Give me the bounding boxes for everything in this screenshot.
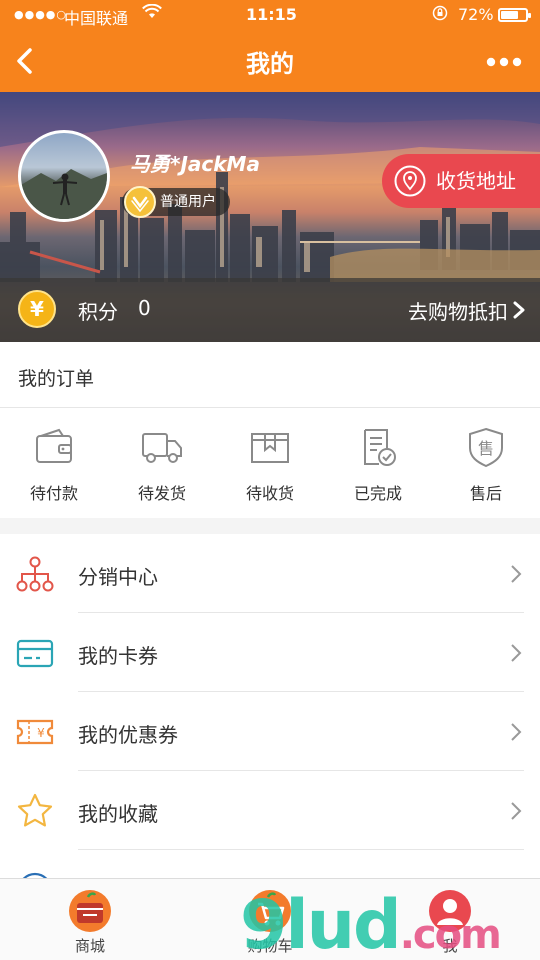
menu-item-my-cards[interactable]: 我的卡券 (0, 613, 540, 692)
chevron-right-icon[interactable] (512, 300, 526, 320)
shipping-address-label: 收货地址 (436, 169, 516, 193)
tab-label: 商城 (74, 937, 105, 955)
coupon-icon: ¥ (16, 719, 54, 745)
card-icon (16, 639, 54, 668)
menu-item-my-coupons[interactable]: ¥ 我的优惠券 (0, 692, 540, 771)
shipping-address-button[interactable]: 收货地址 (382, 154, 540, 208)
shopping-deduct-link[interactable]: 去购物抵扣 (408, 296, 508, 325)
order-status-row: 待付款 待发货 待收货 已完成 售 售后 (0, 408, 540, 518)
tab-shop[interactable]: 商城 (0, 879, 180, 960)
watermark-main: 9lud (240, 886, 402, 960)
coin-icon: ¥ (18, 290, 56, 328)
truck-icon (142, 433, 182, 463)
after-sales-shield-icon: 售 (469, 427, 503, 468)
page-title: 我的 (246, 50, 294, 78)
chevron-right-icon (511, 644, 522, 662)
order-after-sales-label: 售后 (469, 484, 502, 503)
chevron-right-icon (511, 565, 522, 583)
member-level-label: 普通用户 (160, 194, 216, 210)
my-orders-title: 我的订单 (18, 368, 95, 390)
medal-icon (124, 186, 156, 218)
order-after-sales[interactable]: 售 售后 (432, 408, 540, 518)
star-icon (17, 793, 53, 827)
battery-percentage: 72% (458, 5, 494, 24)
member-level-badge: 普通用户 (122, 186, 230, 218)
menu-item-label: 我的卡券 (78, 644, 158, 668)
order-pending-shipment-label: 待发货 (137, 484, 186, 503)
document-check-icon (364, 429, 396, 466)
order-pending-receipt-label: 待收货 (245, 484, 294, 503)
avatar[interactable] (18, 130, 110, 222)
wallet-icon (36, 428, 72, 463)
wifi-icon (142, 3, 162, 24)
points-value: 0 (138, 296, 151, 320)
order-completed-label: 已完成 (353, 484, 402, 503)
menu-item-my-favorites[interactable]: 我的收藏 (0, 771, 540, 850)
profile-banner: 马勇*JackMa 普通用户 收货地址 ¥ 积分 0 去购物抵扣 (0, 92, 540, 342)
more-dots-icon (486, 57, 522, 67)
menu-item-partial[interactable] (0, 850, 540, 880)
status-time: 11:15 (246, 5, 297, 24)
points-bar: ¥ 积分 0 去购物抵扣 (0, 278, 540, 342)
status-bar: ●●●●○ 中国联通 11:15 72% (0, 0, 540, 30)
svg-text:售: 售 (478, 439, 494, 458)
menu-item-label: 我的收藏 (78, 802, 158, 826)
order-pending-payment[interactable]: 待付款 (0, 408, 108, 518)
network-icon (16, 556, 54, 592)
top-bar: ●●●●○ 中国联通 11:15 72% 我的 (0, 0, 540, 92)
account-menu: 分销中心 我的卡券 ¥ 我的优惠券 我的收藏 (0, 534, 540, 880)
more-button[interactable] (486, 54, 522, 68)
points-label: 积分 (78, 300, 118, 324)
shop-icon (69, 890, 111, 932)
order-pending-shipment[interactable]: 待发货 (108, 408, 216, 518)
avatar-photo (21, 169, 107, 219)
chevron-right-icon (511, 802, 522, 820)
location-pin-icon (394, 165, 426, 197)
svg-text:¥: ¥ (37, 726, 45, 740)
site-watermark: 9lud.com (240, 886, 502, 960)
menu-item-label: 我的优惠券 (78, 723, 178, 747)
carrier-name: 中国联通 (64, 9, 129, 28)
menu-item-distribution-center[interactable]: 分销中心 (0, 534, 540, 613)
order-completed[interactable]: 已完成 (324, 408, 432, 518)
rotation-lock-icon (432, 5, 448, 25)
watermark-domain: .com (399, 912, 502, 958)
order-pending-receipt[interactable]: 待收货 (216, 408, 324, 518)
signal-dots: ●●●●○ (14, 8, 67, 21)
package-icon (251, 433, 289, 463)
menu-item-label: 分销中心 (78, 565, 158, 589)
my-orders-header[interactable]: 我的订单 (0, 342, 540, 408)
order-pending-payment-label: 待付款 (29, 484, 78, 503)
username: 马勇*JackMa (130, 152, 260, 176)
profile-screen: ●●●●○ 中国联通 11:15 72% 我的 马勇*JackMa 普通用户 收… (0, 0, 540, 960)
chevron-right-icon (511, 723, 522, 741)
battery-icon (498, 8, 531, 22)
